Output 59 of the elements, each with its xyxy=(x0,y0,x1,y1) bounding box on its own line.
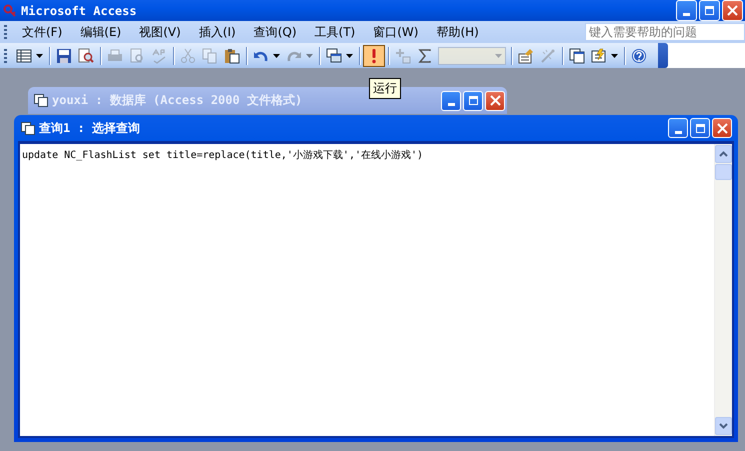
close-button[interactable] xyxy=(722,0,743,21)
menu-item[interactable]: 插入(I) xyxy=(190,24,245,40)
window-icon xyxy=(34,94,48,107)
scroll-bar[interactable] xyxy=(714,144,732,436)
scroll-thumb[interactable] xyxy=(715,164,732,180)
menu-item[interactable]: 文件(F) xyxy=(13,24,72,40)
totals-icon xyxy=(417,48,433,64)
close-icon xyxy=(490,95,500,106)
minimize-button[interactable] xyxy=(668,118,688,138)
maximize-button[interactable] xyxy=(463,90,483,110)
grip-handle[interactable] xyxy=(4,48,7,62)
menu-item[interactable]: 编辑(E) xyxy=(71,24,130,40)
run-button[interactable] xyxy=(363,44,385,66)
print-icon xyxy=(107,48,123,64)
grip-handle[interactable] xyxy=(4,25,7,39)
caret-icon xyxy=(36,54,43,58)
menu-item[interactable]: 窗口(W) xyxy=(364,24,428,40)
scroll-up-button[interactable] xyxy=(715,145,732,163)
new-object-icon xyxy=(591,48,607,64)
window-icon xyxy=(21,122,35,134)
sql-text: update NC_FlashList set title=replace(title,'小游戏下载','在线小游戏') xyxy=(22,150,424,161)
help-icon xyxy=(631,48,647,64)
search-icon xyxy=(78,48,94,64)
close-icon xyxy=(727,5,738,16)
caret-icon xyxy=(346,54,353,58)
table-icon xyxy=(16,48,32,64)
spelling-icon xyxy=(151,48,167,64)
maximize-button[interactable] xyxy=(690,118,710,138)
caret-icon xyxy=(611,54,618,58)
menu-item[interactable]: 查询(Q) xyxy=(244,24,306,40)
preview-icon xyxy=(129,48,145,64)
properties-icon xyxy=(518,48,534,64)
cut-icon xyxy=(180,48,196,64)
close-button[interactable] xyxy=(485,90,505,110)
menu-item[interactable]: 视图(V) xyxy=(130,24,190,40)
close-button[interactable] xyxy=(712,118,732,138)
caret-icon xyxy=(306,54,313,58)
window-title: Microsoft Access xyxy=(21,4,138,18)
paste-icon xyxy=(224,48,240,64)
caret-icon xyxy=(273,54,280,58)
show-table-icon xyxy=(395,48,411,64)
copy-icon xyxy=(202,48,218,64)
builder-icon xyxy=(540,48,556,64)
database-window-icon xyxy=(569,48,585,64)
key-icon xyxy=(3,4,17,18)
menu-item[interactable]: 工具(T) xyxy=(306,24,364,40)
close-icon xyxy=(716,122,728,134)
minimize-button[interactable] xyxy=(676,0,697,21)
scroll-down-button[interactable] xyxy=(715,417,732,435)
query-type-icon xyxy=(326,48,342,64)
save-icon xyxy=(56,48,72,64)
help-search-field[interactable]: 键入需要帮助的问题 xyxy=(585,23,745,41)
tooltip: 运行 xyxy=(369,78,401,99)
maximize-button[interactable] xyxy=(699,0,720,21)
window-title: youxi : 数据库 (Access 2000 文件格式) xyxy=(52,92,302,109)
minimize-button[interactable] xyxy=(441,90,461,110)
window-title: 查询1 : 选择查询 xyxy=(39,120,140,136)
caret-icon xyxy=(495,54,502,58)
menu-item[interactable]: 帮助(H) xyxy=(427,24,488,40)
